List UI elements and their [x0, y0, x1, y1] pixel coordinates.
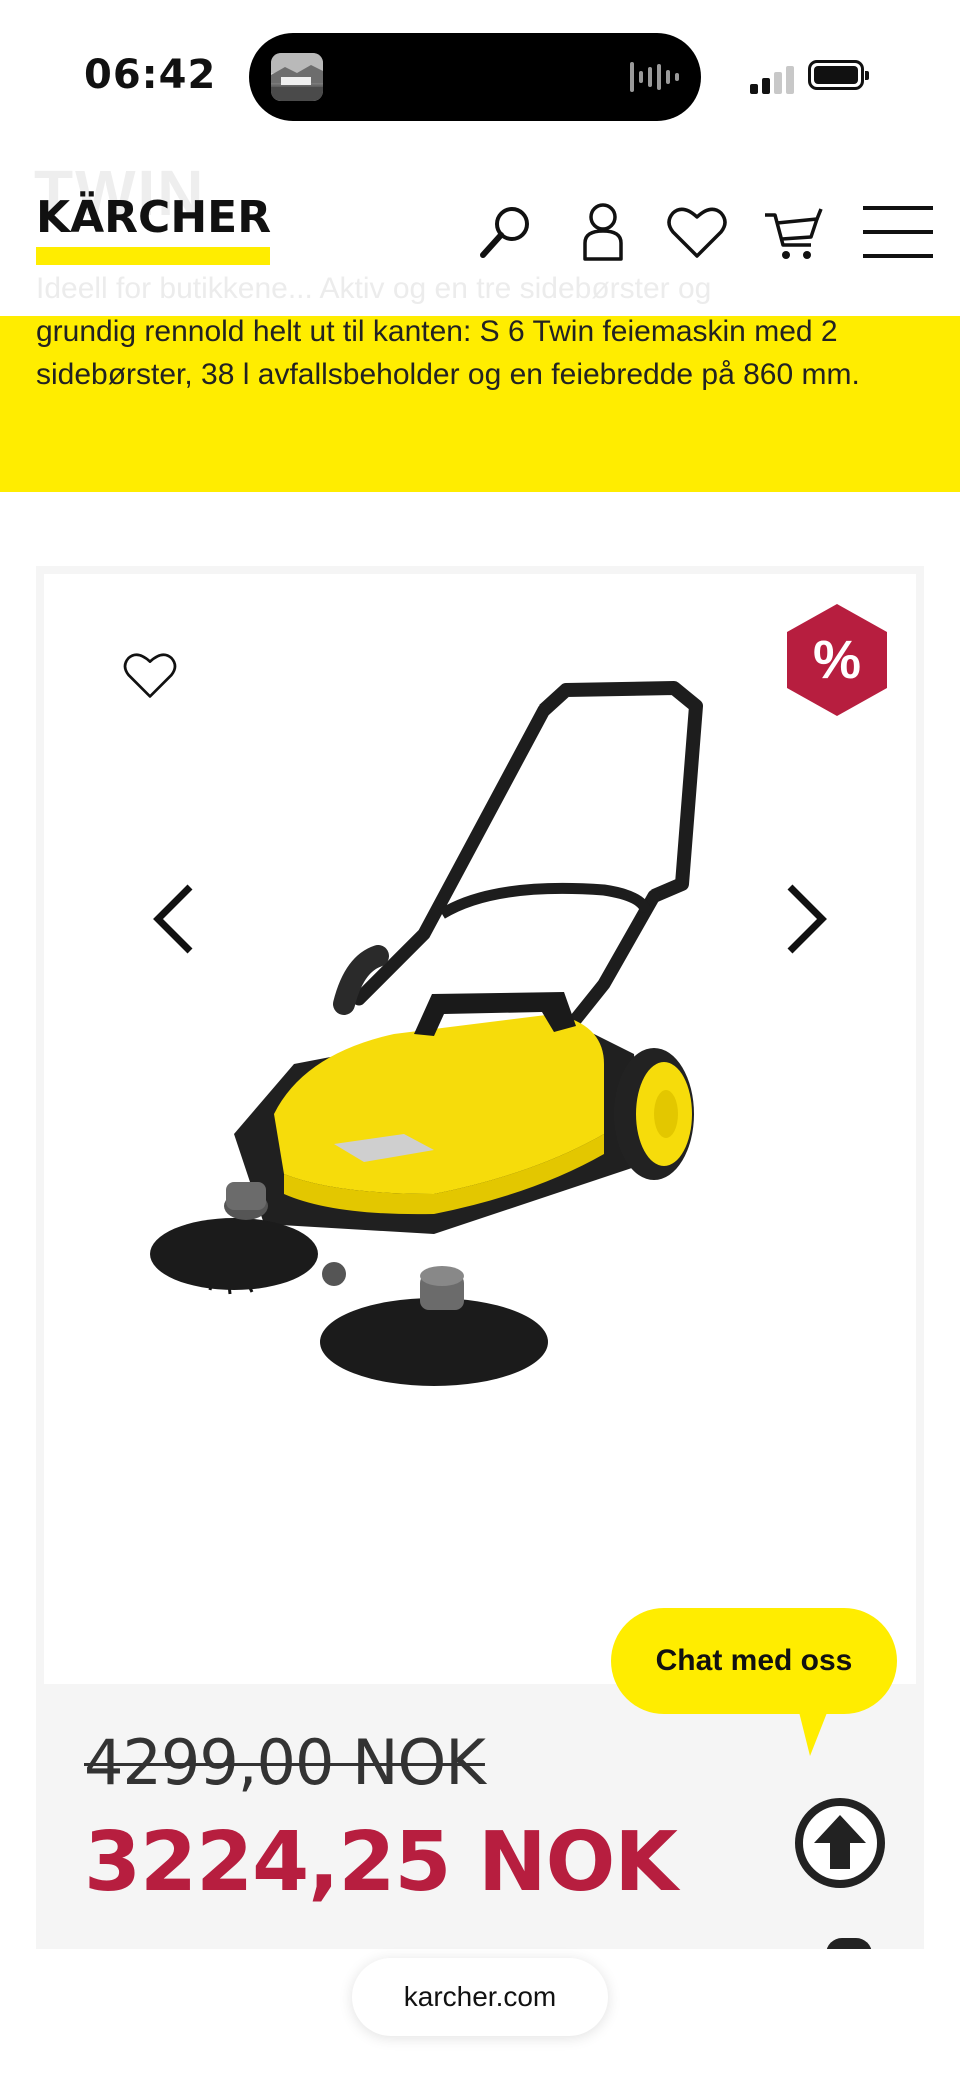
- status-bar: 06:42: [0, 0, 960, 150]
- scroll-to-top-arrow-icon[interactable]: [794, 1797, 886, 1889]
- heart-icon[interactable]: [665, 200, 729, 264]
- status-time: 06:42: [84, 52, 217, 98]
- menu-icon[interactable]: [860, 200, 936, 264]
- account-icon[interactable]: [571, 200, 635, 264]
- product-sweeper-image: [150, 681, 703, 1386]
- price-block: 4299,00 NOK 3224,25 NOK: [84, 1726, 678, 1910]
- cart-icon[interactable]: [760, 200, 824, 264]
- chat-button[interactable]: Chat med oss: [611, 1608, 897, 1714]
- now-playing-thumbnail: [271, 53, 323, 101]
- sale-price: 3224,25 NOK: [84, 1815, 678, 1910]
- original-price: 4299,00 NOK: [84, 1726, 486, 1799]
- karcher-logo[interactable]: KÄRCHER: [36, 192, 272, 265]
- chat-bubble-tail: [796, 1700, 832, 1756]
- scrolled-description-text: Ideell for butikkene... Aktiv og en tre …: [36, 272, 712, 305]
- description-band: grundig rennold helt ut til kanten: S 6 …: [0, 316, 960, 492]
- site-header: TWIN Ideell for butikkene... Aktiv og en…: [0, 150, 960, 316]
- audio-waveform-icon: [630, 59, 679, 95]
- dynamic-island[interactable]: [249, 33, 701, 121]
- logo-yellow-bar: [36, 247, 270, 265]
- logo-wordmark: KÄRCHER: [36, 192, 272, 243]
- battery-icon: [808, 60, 869, 90]
- product-description: grundig rennold helt ut til kanten: S 6 …: [36, 316, 860, 391]
- product-card: % 4299,00 NOK 3224,25 NOK: [36, 566, 924, 1949]
- address-bar[interactable]: karcher.com: [352, 1958, 608, 2036]
- product-image-carousel[interactable]: %: [44, 574, 916, 1684]
- signal-icon: [750, 64, 796, 94]
- search-icon[interactable]: [474, 200, 538, 264]
